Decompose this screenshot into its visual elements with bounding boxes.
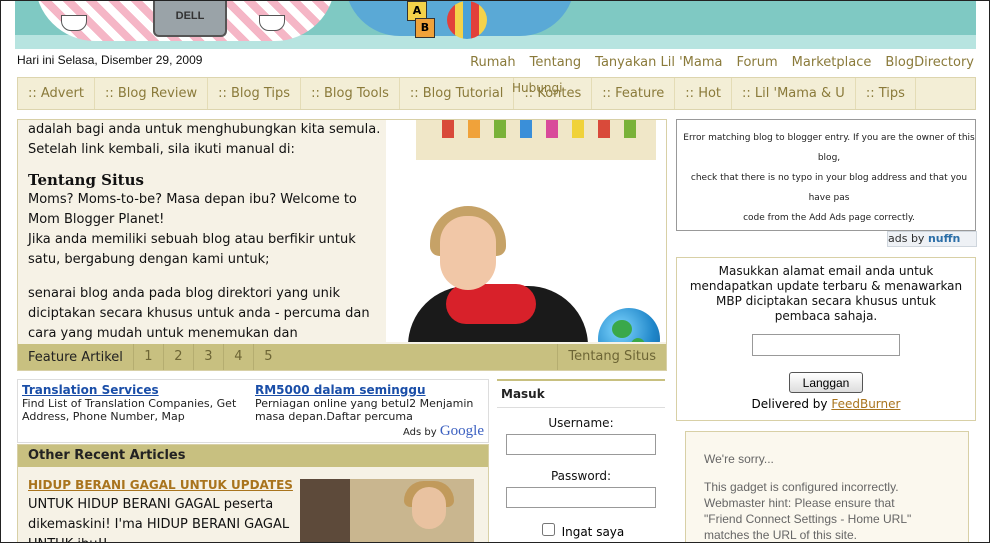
feature-line: adalah bagi anda untuk menghubungkan kit… xyxy=(28,122,381,137)
ad-item: Translation Services Find List of Transl… xyxy=(22,384,250,424)
feature-paragraph: Moms? Moms-to-be? Masa depan ibu? Welcom… xyxy=(28,192,357,227)
feature-heading: Tentang Situs xyxy=(28,171,144,189)
remember-me: Ingat saya xyxy=(497,520,665,539)
delivered-label: Delivered by xyxy=(751,397,828,411)
pager-page-1[interactable]: 1 xyxy=(132,344,163,370)
gadget-message: This gadget is configured incorrectly. xyxy=(704,480,899,494)
toplink-tentang[interactable]: Tentang xyxy=(530,55,582,70)
toplink-marketplace[interactable]: Marketplace xyxy=(792,55,872,70)
gadget-message: "Friend Connect Settings - Home URL" xyxy=(704,512,912,526)
pager-page-3[interactable]: 3 xyxy=(192,344,223,370)
login-heading: Masuk xyxy=(497,381,665,408)
recent-article-link[interactable]: HIDUP BERANI GAGAL UNTUK UPDATES xyxy=(28,478,293,492)
recent-articles: Other Recent Articles HIDUP BERANI GAGAL… xyxy=(17,444,489,542)
nav-blog-tools[interactable]: :: Blog Tools xyxy=(301,78,400,109)
recent-heading: Other Recent Articles xyxy=(18,445,488,467)
beach-ball-icon xyxy=(447,1,487,39)
ad-text: Perniagan online yang betul2 Menjamin ma… xyxy=(255,397,474,423)
teacup-icon xyxy=(61,15,87,31)
laptop-illustration: DELL xyxy=(153,1,227,37)
toplink-rumah[interactable]: Rumah xyxy=(470,55,516,70)
nav-advert[interactable]: :: Advert xyxy=(18,78,95,109)
nav-blog-tutorial[interactable]: :: Blog Tutorial xyxy=(400,78,515,109)
header-banner: DELL A B xyxy=(15,1,976,49)
gadget-message: Webmaster hint: Please ensure that xyxy=(704,496,895,510)
nav-blog-review[interactable]: :: Blog Review xyxy=(95,78,209,109)
remember-label: Ingat saya xyxy=(561,525,625,539)
nav-lil-mama-u[interactable]: :: Lil 'Mama & U xyxy=(732,78,856,109)
subscribe-email-input[interactable] xyxy=(752,334,900,356)
feature-paragraph: senarai blog anda pada blog direktori ya… xyxy=(28,286,370,341)
feature-paragraph: Jika anda memiliki sebuah blog atau berf… xyxy=(28,232,356,267)
pager-page-2[interactable]: 2 xyxy=(162,344,193,370)
google-logo: Google xyxy=(439,423,484,439)
recent-article-excerpt: UNTUK HIDUP BERANI GAGAL peserta dikemas… xyxy=(28,497,290,542)
error-line: Error matching blog to blogger entry. If… xyxy=(683,133,975,163)
login-box: Masuk Username: Password: Ingat saya xyxy=(497,379,665,542)
subscribe-text: Masukkan alamat email anda untuk mendapa… xyxy=(689,264,963,323)
ad-text: Find List of Translation Companies, Get … xyxy=(22,397,237,423)
nav-hot[interactable]: :: Hot xyxy=(675,78,733,109)
remember-checkbox[interactable] xyxy=(541,523,555,536)
password-label: Password: xyxy=(550,469,612,483)
toplink-forum[interactable]: Forum xyxy=(736,55,777,70)
nuffnang-prefix: ads by xyxy=(888,232,925,245)
ad-title-link[interactable]: Translation Services xyxy=(22,384,250,397)
feedburner-link[interactable]: FeedBurner xyxy=(831,397,900,411)
feature-text: adalah bagi anda untuk menghubungkan kit… xyxy=(28,120,388,344)
toplink-tanyakan[interactable]: Tanyakan Lil 'Mama xyxy=(595,55,722,70)
browser-frame: DELL A B Hari ini Selasa, Disember 29, 2… xyxy=(0,0,990,543)
category-nav: :: Advert :: Blog Review :: Blog Tips ::… xyxy=(17,77,976,110)
pager-current-title[interactable]: Tentang Situs xyxy=(557,344,666,370)
nav-feature[interactable]: :: Feature xyxy=(592,78,676,109)
teacup-icon xyxy=(259,15,285,31)
nav-blog-tips[interactable]: :: Blog Tips xyxy=(208,78,302,109)
error-line: code from the Add Ads page correctly. xyxy=(743,213,915,223)
delivered-by: Delivered by FeedBurner xyxy=(677,397,975,411)
gadget-title: We're sorry... xyxy=(704,452,774,466)
error-line: check that there is no typo in your blog… xyxy=(690,173,968,203)
subscribe-button[interactable]: Langgan xyxy=(789,372,863,393)
bunting-decoration xyxy=(416,120,656,160)
ad-error-box: Error matching blog to blogger entry. If… xyxy=(676,119,976,231)
toy-block-b: B xyxy=(415,18,435,38)
pager-page-5[interactable]: 5 xyxy=(252,344,283,370)
feature-line: Setelah link kembali, sila ikuti manual … xyxy=(28,142,295,157)
feature-image[interactable] xyxy=(386,120,666,342)
ad-title-link[interactable]: RM5000 dalam seminggu xyxy=(255,384,483,397)
top-links: Rumah Tentang Tanyakan Lil 'Mama Forum M… xyxy=(456,55,974,70)
pager-page-4[interactable]: 4 xyxy=(222,344,253,370)
toplink-blogdirectory[interactable]: BlogDirectory xyxy=(885,55,974,70)
feature-pager: Feature Artikel 1 2 3 4 5 Tentang Situs xyxy=(18,344,666,370)
friend-connect-gadget: We're sorry... This gadget is configured… xyxy=(685,431,969,542)
nuffnang-logo: nuffn xyxy=(927,232,961,245)
toplink-hubungi[interactable]: Hubungi xyxy=(512,81,562,95)
current-date: Hari ini Selasa, Disember 29, 2009 xyxy=(17,53,203,67)
globe-icon xyxy=(598,308,660,342)
woman-photo xyxy=(386,166,666,342)
ads-by-google[interactable]: Ads by Google xyxy=(403,423,484,440)
username-label: Username: xyxy=(548,416,614,430)
google-ads: Translation Services Find List of Transl… xyxy=(17,379,489,443)
password-input[interactable] xyxy=(506,487,656,508)
pager-label: Feature Artikel xyxy=(28,349,123,365)
username-input[interactable] xyxy=(506,434,656,455)
nav-tips[interactable]: :: Tips xyxy=(856,78,916,109)
nuffnang-badge[interactable]: ads by nuffn xyxy=(887,231,977,247)
ads-by-label: Ads by xyxy=(402,427,437,438)
email-subscribe-box: Masukkan alamat email anda untuk mendapa… xyxy=(676,257,976,421)
ad-item: RM5000 dalam seminggu Perniagan online y… xyxy=(255,384,483,424)
feature-section: adalah bagi anda untuk menghubungkan kit… xyxy=(17,119,667,371)
recent-article-thumbnail[interactable] xyxy=(300,479,474,542)
gadget-message: matches the URL of this site. xyxy=(704,528,857,542)
